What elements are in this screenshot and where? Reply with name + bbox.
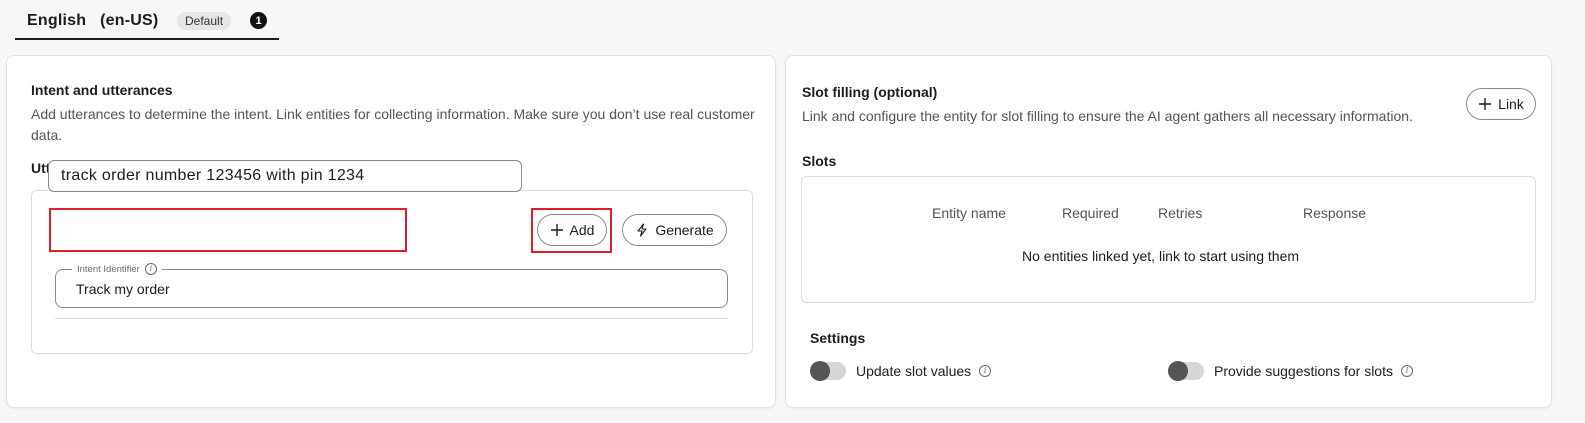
- language-tab-label: English (en-US): [27, 12, 159, 29]
- divider: [55, 318, 728, 319]
- language-tab-en-us[interactable]: English (en-US) Default 1: [15, 0, 279, 40]
- highlight-box-add: [531, 208, 612, 253]
- empty-state-message: No entities linked yet, link to start us…: [1022, 248, 1300, 264]
- intent-identifier-value: Track my order: [76, 281, 170, 297]
- slot-filling-panel: Slot filling (optional) Link and configu…: [785, 55, 1552, 408]
- info-icon[interactable]: i: [144, 263, 157, 275]
- utterance-input[interactable]: [48, 160, 522, 192]
- provide-suggestions-toggle[interactable]: [1168, 361, 1204, 381]
- panel-description: Add utterances to determine the intent. …: [31, 106, 755, 143]
- update-slot-values-label: Update slot values: [856, 363, 972, 379]
- column-required: Required: [1062, 205, 1119, 221]
- default-badge: Default: [177, 12, 232, 30]
- slot-filling-title: Slot filling (optional): [802, 84, 938, 100]
- count-badge: 1: [250, 12, 267, 29]
- info-icon[interactable]: i: [979, 365, 992, 377]
- link-label: Link: [1498, 96, 1524, 112]
- provide-suggestions-label: Provide suggestions for slots: [1214, 363, 1393, 379]
- link-entity-button[interactable]: Link: [1466, 88, 1536, 120]
- slot-filling-description: Link and configure the entity for slot f…: [802, 108, 1413, 124]
- slots-label: Slots: [802, 153, 837, 169]
- update-slot-values-setting: Update slot values i: [810, 361, 992, 381]
- settings-label: Settings: [810, 330, 866, 346]
- generate-button[interactable]: Generate: [622, 214, 727, 246]
- update-slot-values-toggle[interactable]: [810, 361, 846, 381]
- column-retries: Retries: [1158, 205, 1203, 221]
- info-icon[interactable]: i: [1400, 365, 1413, 377]
- column-entity-name: Entity name: [932, 205, 1006, 221]
- generate-label: Generate: [655, 222, 714, 238]
- intent-identifier-legend: Intent Identifier i: [72, 263, 162, 275]
- provide-suggestions-setting: Provide suggestions for slots i: [1168, 361, 1413, 381]
- plus-icon: [1479, 98, 1492, 110]
- column-response: Response: [1303, 205, 1367, 221]
- highlight-box-utterance: [49, 208, 407, 252]
- panel-title: Intent and utterances: [31, 82, 173, 98]
- intent-identifier-label: Intent Identifier: [77, 263, 140, 275]
- slots-table: Entity name Required Retries Response No…: [801, 176, 1536, 303]
- lightning-icon: [637, 223, 647, 237]
